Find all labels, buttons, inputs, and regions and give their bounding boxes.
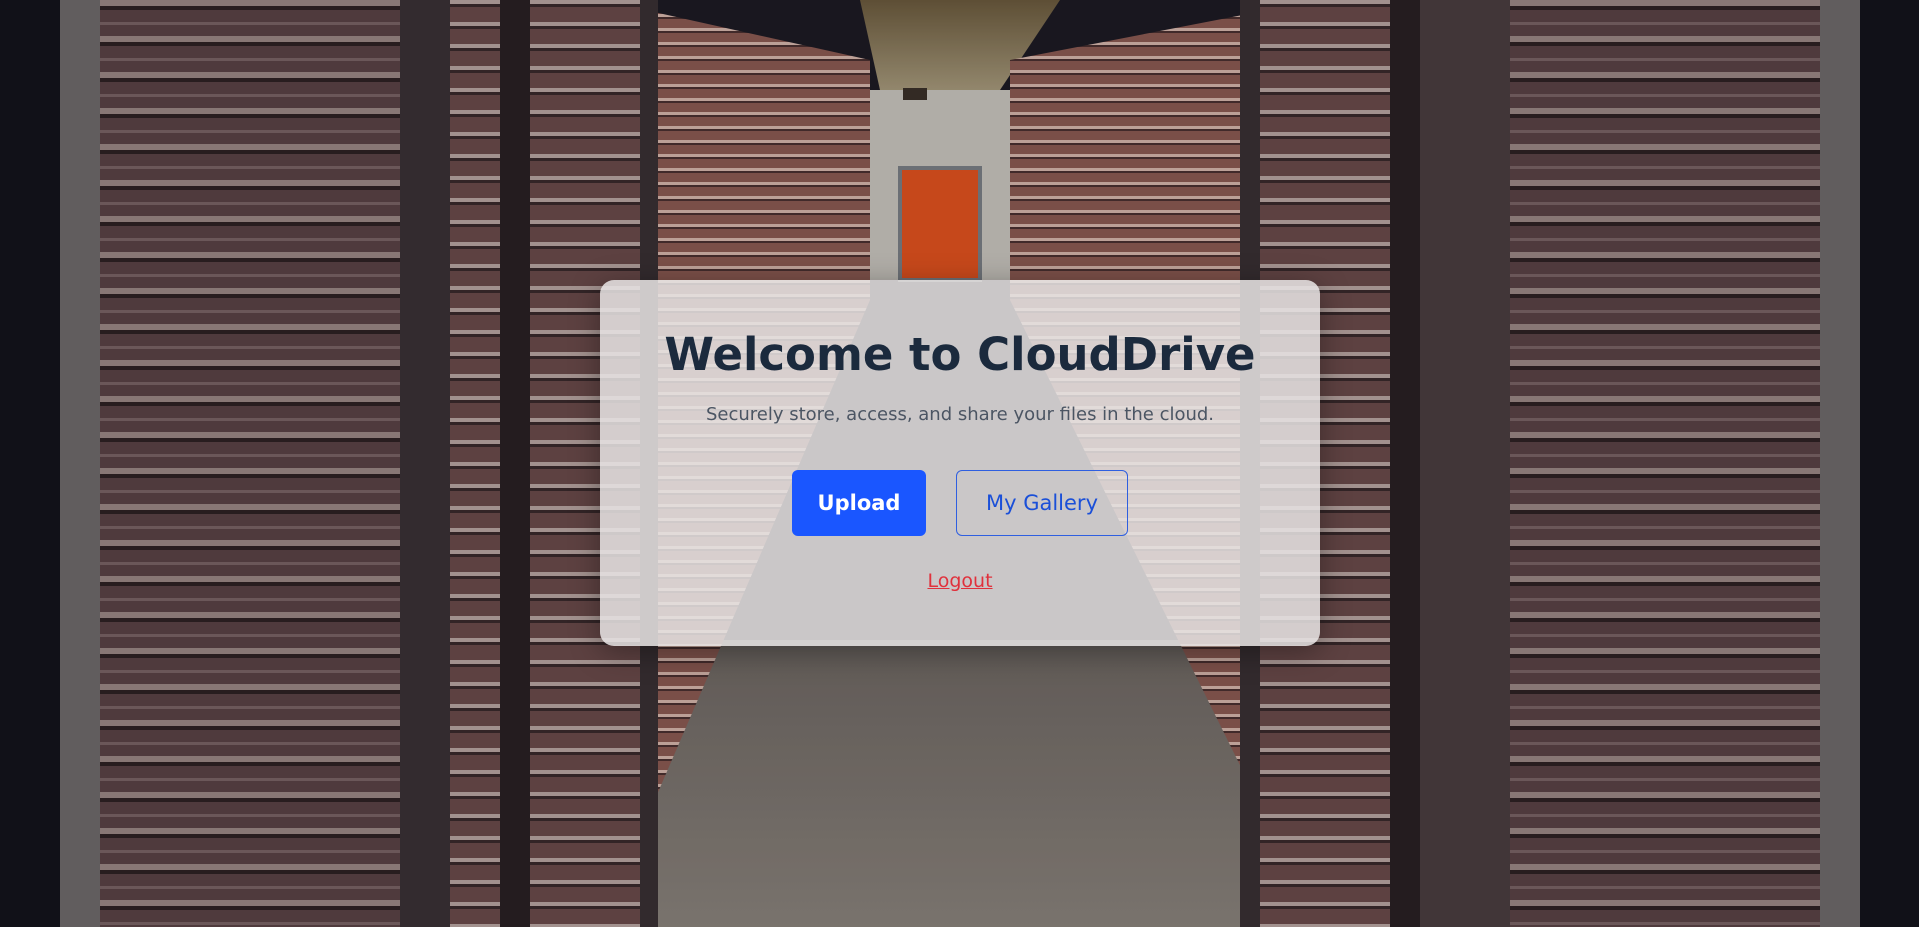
my-gallery-button[interactable]: My Gallery [956,470,1128,536]
upload-button[interactable]: Upload [792,470,926,536]
welcome-card: Welcome to CloudDrive Securely store, ac… [600,280,1320,646]
page-subtitle: Securely store, access, and share your f… [705,404,1215,425]
page-title: Welcome to CloudDrive [664,328,1256,381]
logout-link[interactable]: Logout [600,570,1320,592]
